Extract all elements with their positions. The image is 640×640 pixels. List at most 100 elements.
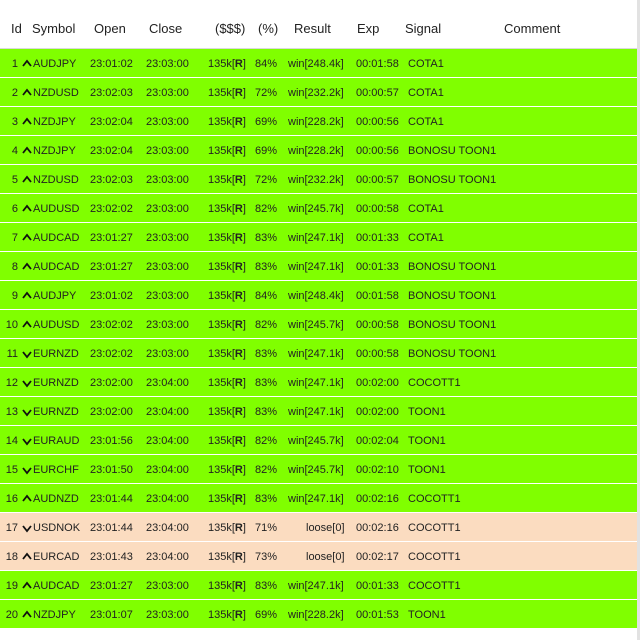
table-row[interactable]: 2 NZDUSD 23:02:03 23:03:00 135k[R] 72% win[232…: [0, 78, 640, 107]
row-stake-flag: R: [234, 290, 243, 302]
row-close-time: 23:04:00: [146, 551, 189, 563]
row-percent: 83%: [255, 406, 278, 418]
row-signal: BONOSU TOON1: [408, 261, 497, 273]
row-expiry: 00:00:58: [356, 319, 399, 331]
row-symbol: EURNZD: [33, 406, 79, 418]
column-header-open[interactable]: Open: [94, 21, 126, 36]
table-row[interactable]: 9 AUDJPY 23:01:02 23:03:00 135k[R] 84% win[248…: [0, 281, 640, 310]
table-row[interactable]: 12 EURNZD 23:02:00 23:04:00 135k[R] 83% win[24…: [0, 368, 640, 397]
column-header-comment[interactable]: Comment: [504, 21, 560, 36]
column-header-id[interactable]: Id: [11, 21, 22, 36]
row-signal: COTA1: [408, 87, 444, 99]
arrow-down-icon: [22, 435, 33, 447]
row-stake: 135k[R]: [208, 174, 246, 186]
row-close-time: 23:04:00: [146, 435, 189, 447]
table-row[interactable]: 1 AUDJPY 23:01:02 23:03:00 135k[R] 84% win[248…: [0, 49, 640, 78]
row-stake-amount: 135k: [208, 87, 232, 99]
table-row[interactable]: 3 NZDJPY 23:02:04 23:03:00 135k[R] 69% win[228…: [0, 107, 640, 136]
table-row[interactable]: 8 AUDCAD 23:01:27 23:03:00 135k[R] 83% win[247…: [0, 252, 640, 281]
arrow-up-icon: [22, 290, 33, 302]
row-symbol: NZDUSD: [33, 87, 79, 99]
row-stake-flag: R: [234, 203, 243, 215]
row-result: win[247.1k]: [288, 406, 344, 418]
column-header-symbol[interactable]: Symbol: [32, 21, 75, 36]
arrow-up-icon: [22, 203, 33, 215]
row-percent: 72%: [255, 87, 278, 99]
row-id: 6: [11, 203, 18, 215]
column-header-exp[interactable]: Exp: [357, 21, 379, 36]
table-row[interactable]: 5 NZDUSD 23:02:03 23:03:00 135k[R] 72% win[232…: [0, 165, 640, 194]
column-header-result[interactable]: Result: [294, 21, 331, 36]
row-close-time: 23:03:00: [146, 261, 189, 273]
row-percent: 83%: [255, 493, 278, 505]
row-signal: TOON1: [408, 406, 446, 418]
row-percent: 83%: [255, 377, 278, 389]
table-row[interactable]: 19 AUDCAD 23:01:27 23:03:00 135k[R] 83% win[24…: [0, 571, 640, 600]
table-row[interactable]: 4 NZDJPY 23:02:04 23:03:00 135k[R] 69% win[228…: [0, 136, 640, 165]
table-row[interactable]: 15 EURCHF 23:01:50 23:04:00 135k[R] 82% win[24…: [0, 455, 640, 484]
row-percent: 82%: [255, 203, 278, 215]
row-result: loose[0]: [306, 522, 345, 534]
table-row[interactable]: 6 AUDUSD 23:02:02 23:03:00 135k[R] 82% win[245…: [0, 194, 640, 223]
row-open-time: 23:01:07: [90, 609, 133, 621]
arrow-up-icon: [22, 87, 33, 99]
row-open-time: 23:01:43: [90, 551, 133, 563]
table-row[interactable]: 17 USDNOK 23:01:44 23:04:00 135k[R] 71% loose[…: [0, 513, 640, 542]
table-row[interactable]: 20 NZDJPY 23:01:07 23:03:00 135k[R] 69% win[22…: [0, 600, 640, 629]
table-row[interactable]: 11 EURNZD 23:02:02 23:03:00 135k[R] 83% win[24…: [0, 339, 640, 368]
table-row[interactable]: 16 AUDNZD 23:01:44 23:04:00 135k[R] 83% win[24…: [0, 484, 640, 513]
arrow-up-icon: [22, 609, 33, 621]
table-row[interactable]: 10 AUDUSD 23:02:02 23:03:00 135k[R] 82% win[24…: [0, 310, 640, 339]
row-expiry: 00:01:33: [356, 580, 399, 592]
row-stake-flag: R: [234, 377, 243, 389]
row-symbol: AUDCAD: [33, 232, 80, 244]
column-header-stake[interactable]: ($$$): [215, 21, 245, 36]
row-stake: 135k[R]: [208, 319, 246, 331]
row-result: win[245.7k]: [288, 435, 344, 447]
row-signal: TOON1: [408, 464, 446, 476]
row-result: win[247.1k]: [288, 580, 344, 592]
row-close-time: 23:03:00: [146, 87, 189, 99]
row-percent: 82%: [255, 319, 278, 331]
table-row[interactable]: 14 EURAUD 23:01:56 23:04:00 135k[R] 82% win[24…: [0, 426, 640, 455]
row-percent: 71%: [255, 522, 278, 534]
row-open-time: 23:02:04: [90, 145, 133, 157]
column-header-signal[interactable]: Signal: [405, 21, 441, 36]
column-header-close[interactable]: Close: [149, 21, 182, 36]
arrow-up-icon: [22, 261, 33, 273]
row-stake-amount: 135k: [208, 174, 232, 186]
row-expiry: 00:02:17: [356, 551, 399, 563]
row-percent: 82%: [255, 435, 278, 447]
row-percent: 82%: [255, 464, 278, 476]
row-id: 20: [5, 609, 18, 621]
row-open-time: 23:01:27: [90, 261, 133, 273]
row-expiry: 00:01:58: [356, 290, 399, 302]
row-stake-flag: R: [234, 116, 243, 128]
row-result: win[228.2k]: [288, 116, 344, 128]
row-result: win[232.2k]: [288, 87, 344, 99]
row-signal: BONOSU TOON1: [408, 348, 497, 360]
row-result: win[245.7k]: [288, 319, 344, 331]
row-result: win[228.2k]: [288, 609, 344, 621]
row-close-time: 23:03:00: [146, 580, 189, 592]
table-row[interactable]: 7 AUDCAD 23:01:27 23:03:00 135k[R] 83% win[247…: [0, 223, 640, 252]
row-id: 17: [5, 522, 18, 534]
row-close-time: 23:03:00: [146, 145, 189, 157]
row-stake-amount: 135k: [208, 145, 232, 157]
table-row[interactable]: 18 EURCAD 23:01:43 23:04:00 135k[R] 73% loose[…: [0, 542, 640, 571]
table-row[interactable]: 13 EURNZD 23:02:00 23:04:00 135k[R] 83% win[24…: [0, 397, 640, 426]
arrow-up-icon: [22, 551, 33, 563]
row-symbol: AUDNZD: [33, 493, 79, 505]
row-result: win[247.1k]: [288, 232, 344, 244]
row-stake-flag: R: [234, 551, 243, 563]
column-header-percent[interactable]: (%): [258, 21, 278, 36]
row-stake: 135k[R]: [208, 551, 246, 563]
row-stake: 135k[R]: [208, 580, 246, 592]
row-signal: COCOTT1: [408, 522, 461, 534]
row-id: 18: [5, 551, 18, 563]
row-stake-amount: 135k: [208, 406, 232, 418]
row-percent: 84%: [255, 58, 278, 70]
arrow-up-icon: [22, 232, 33, 244]
row-stake-flag: R: [234, 348, 243, 360]
row-stake-amount: 135k: [208, 609, 232, 621]
